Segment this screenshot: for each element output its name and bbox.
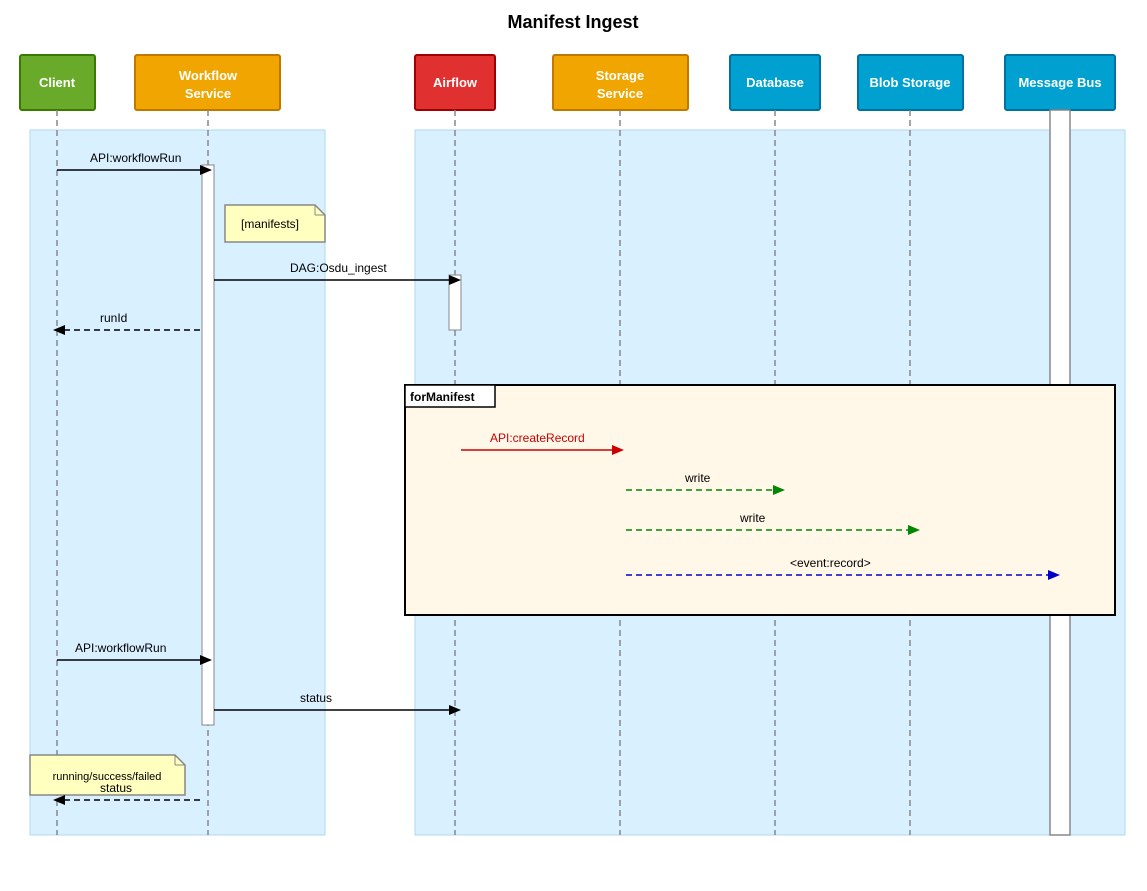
- msg-1-label: API:workflowRun: [90, 151, 181, 165]
- diagram-container: Manifest Ingest Client Workflow Service …: [0, 0, 1147, 891]
- actor-blob-label: Blob Storage: [870, 75, 951, 90]
- loop-label-text: forManifest: [410, 390, 475, 404]
- msg-6-label: write: [739, 511, 766, 525]
- actor-workflow-label-line2: Service: [185, 86, 231, 101]
- actor-storage-label-line2: Service: [597, 86, 643, 101]
- actor-storage-label-line1: Storage: [596, 68, 644, 83]
- msg-4-label: API:createRecord: [490, 431, 585, 445]
- note-manifests-label: [manifests]: [241, 217, 299, 231]
- diagram-title: Manifest Ingest: [507, 12, 638, 32]
- msg-5-label: write: [684, 471, 711, 485]
- msg-2-label: DAG:Osdu_ingest: [290, 261, 387, 275]
- loop-formanifest-box: [405, 385, 1115, 615]
- actor-msgbus-label: Message Bus: [1018, 75, 1101, 90]
- msg-7-label: <event:record>: [790, 556, 871, 570]
- sequence-diagram: Manifest Ingest Client Workflow Service …: [0, 0, 1147, 891]
- msg-9-label: status: [300, 691, 332, 705]
- actor-airflow-label: Airflow: [433, 75, 478, 90]
- actor-database-label: Database: [746, 75, 804, 90]
- actor-workflow-label-line1: Workflow: [179, 68, 238, 83]
- msg-3-label: runId: [100, 311, 127, 325]
- msg-8-label: API:workflowRun: [75, 641, 166, 655]
- activation-workflow: [202, 165, 214, 725]
- actor-client-label: Client: [39, 75, 76, 90]
- msg-10-label: status: [100, 781, 132, 795]
